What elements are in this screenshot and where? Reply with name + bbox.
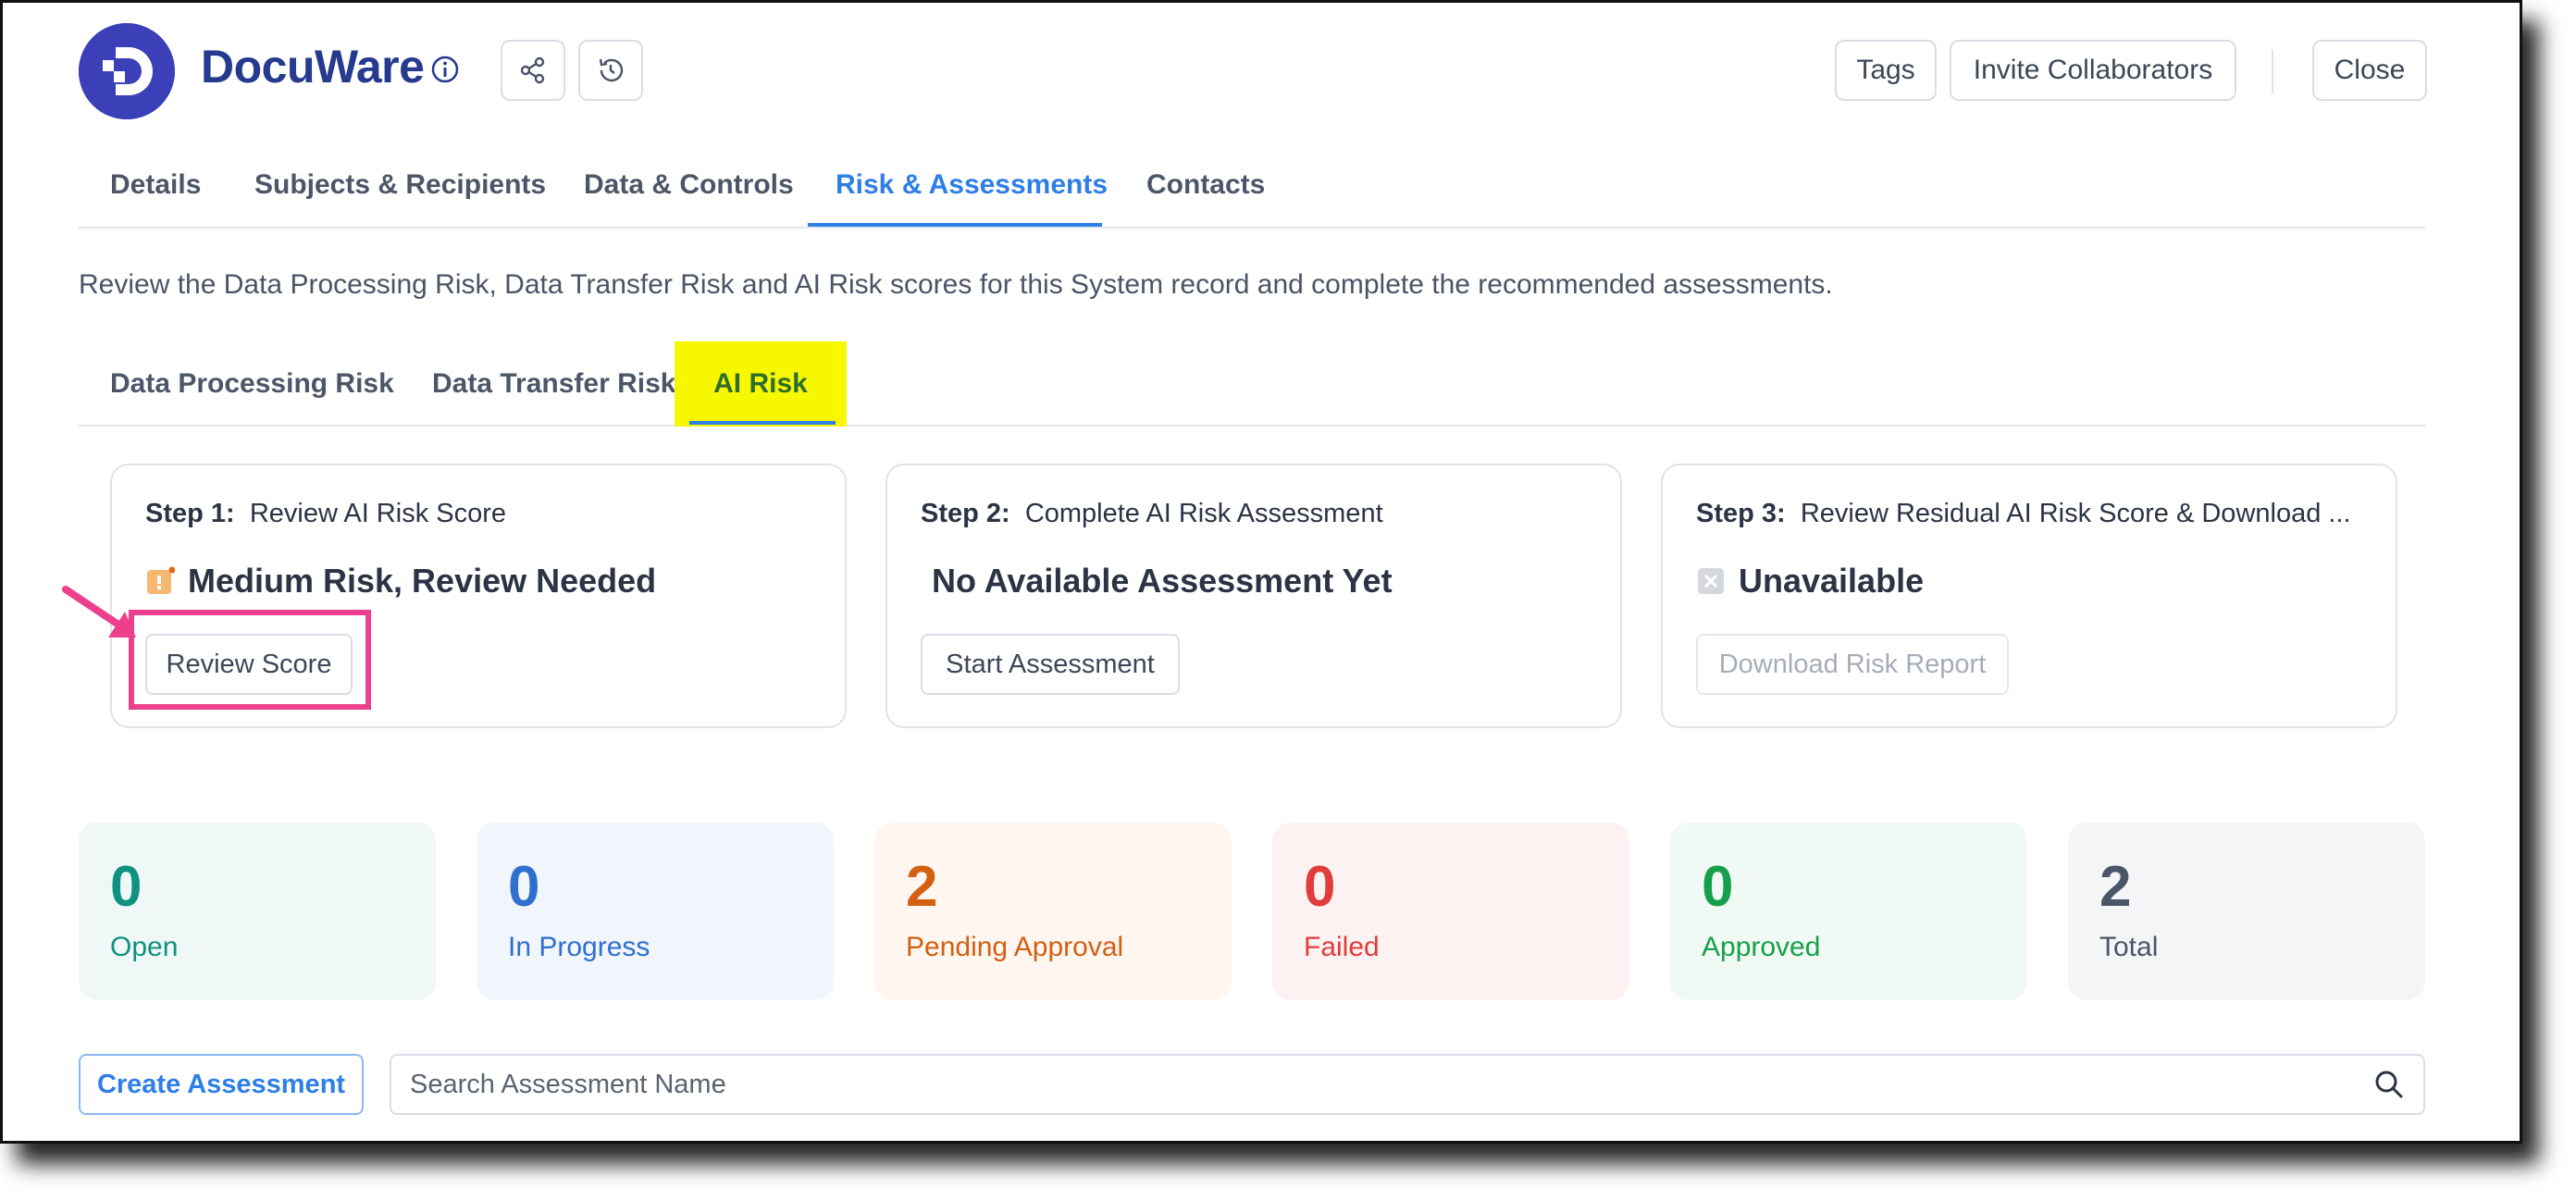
step-1-status: Medium Risk, Review Needed [145, 562, 656, 600]
stat-value: 0 [1702, 855, 1734, 919]
main-tabs: Details Subjects & Recipients Data & Con… [79, 166, 2425, 229]
step-2-title: Step 2: Complete AI Risk Assessment [921, 499, 1383, 528]
tab-subjects-recipients[interactable]: Subjects & Recipients [254, 166, 546, 229]
stat-label: In Progress [508, 932, 650, 962]
stat-label: Total [2099, 932, 2159, 962]
history-icon [599, 58, 624, 82]
page-description: Review the Data Processing Risk, Data Tr… [79, 269, 1833, 300]
stat-card-approved[interactable]: 0 Approved [1670, 823, 2027, 1000]
step-1-title: Step 1: Review AI Risk Score [145, 499, 507, 528]
download-risk-report-button[interactable]: Download Risk Report [1696, 634, 2009, 695]
tab-data-controls[interactable]: Data & Controls [584, 166, 794, 229]
stat-value: 0 [1304, 855, 1336, 919]
start-assessment-button[interactable]: Start Assessment [921, 634, 1180, 695]
stat-label: Pending Approval [906, 932, 1124, 962]
stat-card-in-progress[interactable]: 0 In Progress [477, 823, 834, 1000]
stat-label: Open [110, 932, 179, 962]
app-title: DocuWare [201, 41, 425, 93]
step-3-status: Unavailable [1696, 562, 1924, 600]
share-icon [520, 56, 545, 84]
subtab-ai-risk[interactable]: AI Risk [675, 341, 847, 427]
annotation-arrow-icon [62, 586, 136, 638]
stat-value: 0 [110, 855, 142, 919]
tab-contacts[interactable]: Contacts [1146, 166, 1265, 229]
subtab-data-processing-risk[interactable]: Data Processing Risk [110, 341, 394, 427]
search-icon[interactable] [2373, 1069, 2405, 1100]
stat-value: 2 [2099, 855, 2132, 919]
step-3-title: Step 3: Review Residual AI Risk Score & … [1696, 499, 2351, 528]
risk-sub-tabs: Data Processing Risk Data Transfer Risk … [79, 341, 2425, 427]
stat-card-pending-approval[interactable]: 2 Pending Approval [874, 823, 1232, 1000]
share-button[interactable] [501, 40, 565, 101]
stat-label: Approved [1702, 932, 1821, 962]
stat-value: 0 [508, 855, 540, 919]
header-divider [2272, 49, 2273, 93]
search-box [390, 1054, 2425, 1115]
stat-card-open[interactable]: 0 Open [79, 823, 436, 1000]
subtab-data-transfer-risk[interactable]: Data Transfer Risk [432, 341, 675, 427]
stat-label: Failed [1304, 932, 1380, 962]
info-icon[interactable] [430, 55, 460, 84]
stat-card-total[interactable]: 2 Total [2068, 823, 2425, 1000]
invite-collaborators-button[interactable]: Invite Collaborators [1950, 40, 2236, 101]
history-button[interactable] [578, 40, 643, 101]
app-window: DocuWare Tags Invite Collaborators Close… [0, 0, 2522, 1144]
create-assessment-button[interactable]: Create Assessment [79, 1054, 364, 1115]
medium-risk-icon [147, 566, 175, 594]
docuware-logo [79, 23, 175, 119]
step-2-card: Step 2: Complete AI Risk Assessment No A… [886, 464, 1622, 728]
tab-details[interactable]: Details [110, 166, 201, 229]
unavailable-icon [1698, 568, 1724, 594]
active-subtab-indicator [689, 421, 836, 425]
tags-button[interactable]: Tags [1835, 40, 1937, 101]
annotation-highlight-box [129, 610, 371, 710]
step-3-card: Step 3: Review Residual AI Risk Score & … [1661, 464, 2397, 728]
close-button[interactable]: Close [2312, 40, 2427, 101]
search-input[interactable] [410, 1056, 2353, 1113]
step-2-status: No Available Assessment Yet [932, 562, 1393, 600]
tab-risk-assessments[interactable]: Risk & Assessments [836, 166, 1108, 229]
stat-value: 2 [906, 855, 938, 919]
stat-card-failed[interactable]: 0 Failed [1272, 823, 1629, 1000]
active-tab-indicator [808, 223, 1102, 227]
